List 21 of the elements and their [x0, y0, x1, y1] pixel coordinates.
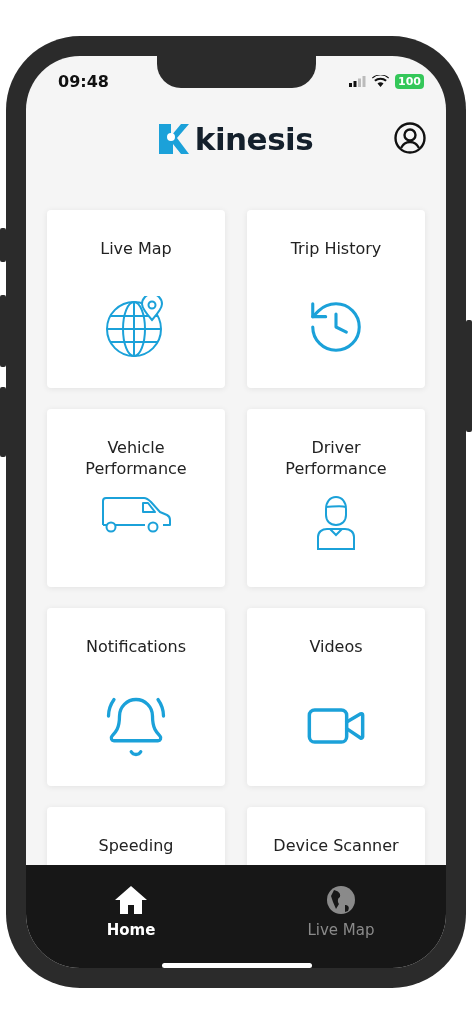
home-icon	[114, 885, 148, 915]
menu-tile[interactable]: Device Scanner	[247, 807, 425, 865]
tab-bar-item[interactable]: Home	[106, 885, 156, 939]
menu-tile[interactable]: Notifications	[47, 608, 225, 786]
globe-icon	[326, 885, 356, 915]
status-time: 09:48	[58, 71, 109, 91]
profile-icon[interactable]	[394, 122, 426, 154]
tab-bar-item[interactable]: Live Map	[307, 885, 375, 939]
menu-tile[interactable]: Speeding	[47, 807, 225, 865]
signal-icon	[349, 75, 367, 87]
menu-tile[interactable]: Vehicle Performance	[47, 409, 225, 587]
menu-tile[interactable]: Trip History	[247, 210, 425, 388]
menu-tile[interactable]: Live Map	[47, 210, 225, 388]
person-icon	[316, 495, 356, 551]
logo-icon	[158, 124, 189, 154]
wifi-icon	[372, 75, 390, 87]
battery-level: 100	[395, 73, 424, 89]
brand-name: kinesis	[194, 121, 314, 157]
menu-tile[interactable]: Driver Performance	[247, 409, 425, 587]
menu-tile[interactable]: Videos	[247, 608, 425, 786]
van-icon	[101, 495, 171, 535]
